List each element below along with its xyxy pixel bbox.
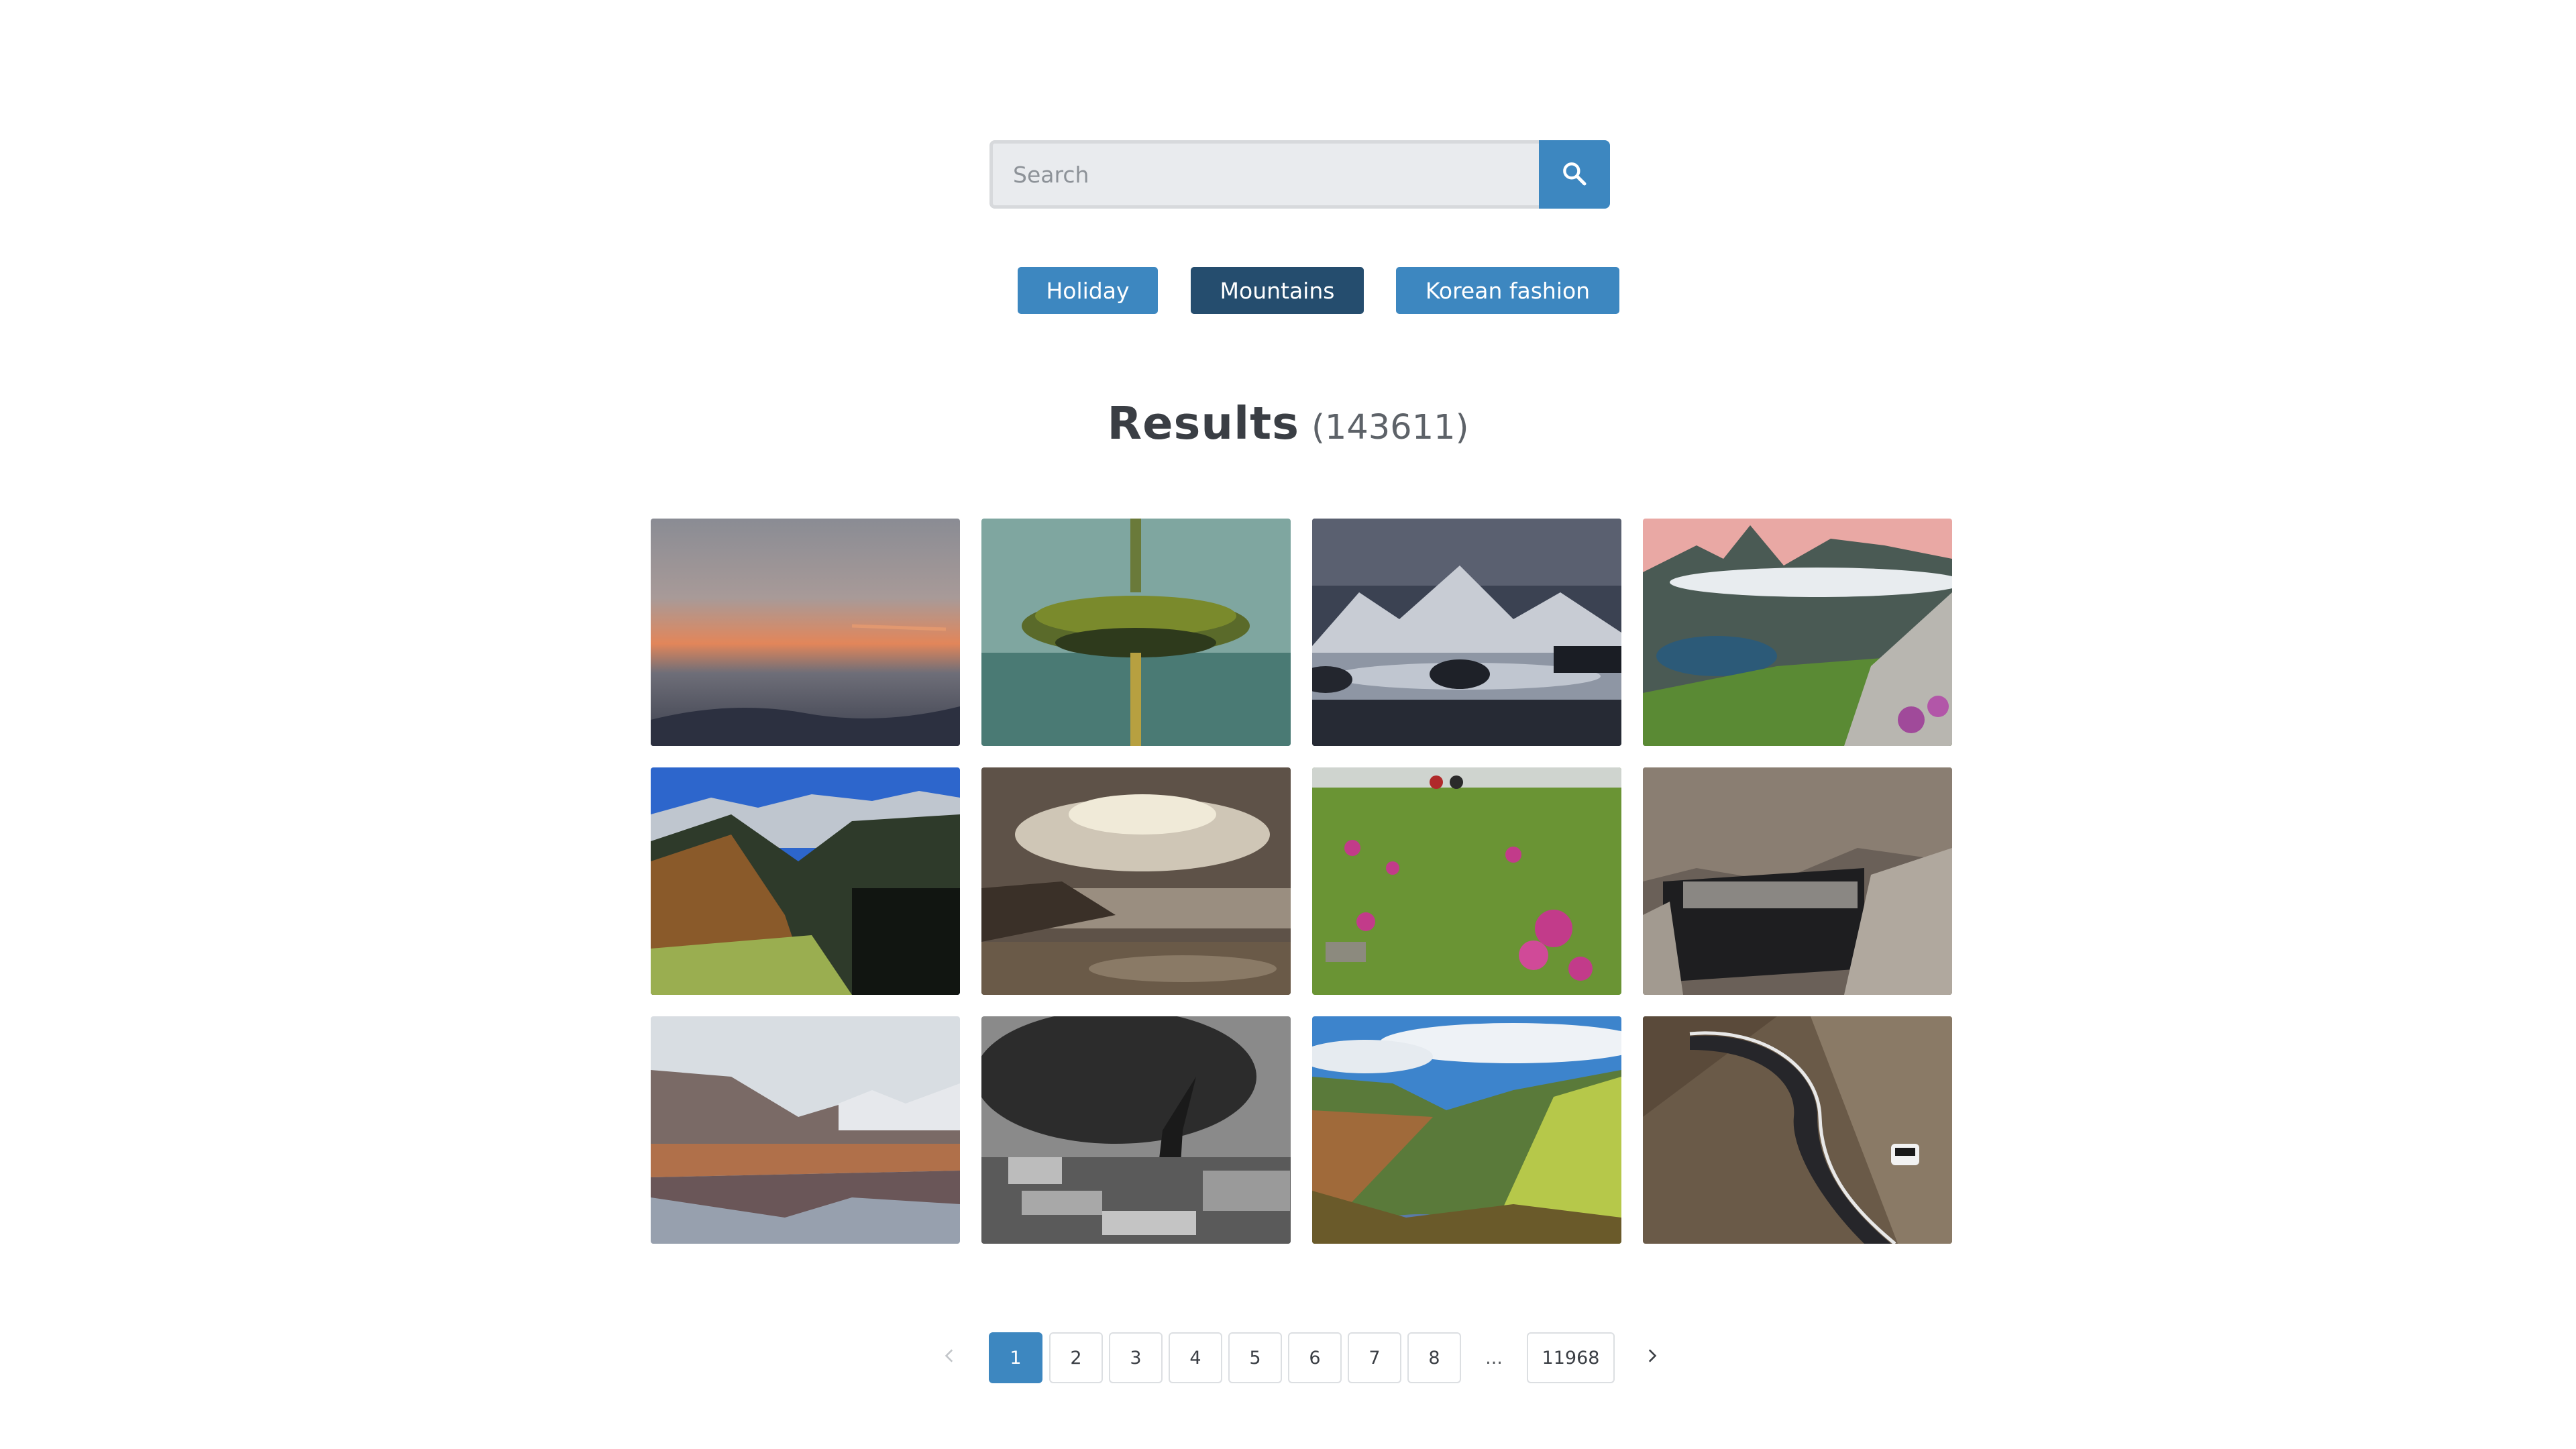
pagination-ellipsis: ... xyxy=(1485,1347,1503,1368)
bw-tree-image xyxy=(981,1016,1291,1244)
next-page-button[interactable] xyxy=(1631,1332,1672,1383)
page-button-3[interactable]: 3 xyxy=(1109,1332,1163,1383)
pagination: 1 2 3 4 5 6 7 8 ... 11968 xyxy=(0,1332,2576,1383)
rocky-gorge-image xyxy=(1643,767,1952,995)
page-button-8[interactable]: 8 xyxy=(1407,1332,1461,1383)
results-title: Results xyxy=(1107,397,1299,449)
app-root: Holiday Mountains Korean fashion Results… xyxy=(0,0,2576,1449)
image-tile[interactable] xyxy=(1643,767,1952,995)
page-button-4[interactable]: 4 xyxy=(1169,1332,1222,1383)
snowy-sea-image xyxy=(1312,519,1621,746)
page-button-last[interactable]: 11968 xyxy=(1527,1332,1615,1383)
winding-road-image xyxy=(1643,1016,1952,1244)
page-button-6[interactable]: 6 xyxy=(1288,1332,1342,1383)
image-tile[interactable] xyxy=(651,519,960,746)
cloud-mountain-image xyxy=(1643,519,1952,746)
image-grid xyxy=(651,519,1953,1244)
flower-meadow-image xyxy=(1312,767,1621,995)
tag-korean-fashion[interactable]: Korean fashion xyxy=(1396,267,1619,314)
alpine-valley-image xyxy=(651,767,960,995)
image-tile[interactable] xyxy=(981,1016,1291,1244)
page-button-7[interactable]: 7 xyxy=(1348,1332,1401,1383)
search-icon xyxy=(1561,160,1588,189)
green-valley-image xyxy=(1312,1016,1621,1244)
chevron-right-icon xyxy=(1643,1347,1660,1369)
tag-list: Holiday Mountains Korean fashion xyxy=(0,267,2576,314)
sepia-shore-image xyxy=(981,767,1291,995)
image-tile[interactable] xyxy=(1312,1016,1621,1244)
page-button-2[interactable]: 2 xyxy=(1049,1332,1103,1383)
image-tile[interactable] xyxy=(1312,519,1621,746)
lake-reflection-image xyxy=(651,1016,960,1244)
previous-page-button[interactable] xyxy=(930,1332,970,1383)
image-tile[interactable] xyxy=(981,767,1291,995)
results-heading: Results (143611) xyxy=(0,397,2576,449)
page-button-1[interactable]: 1 xyxy=(989,1332,1042,1383)
tag-mountains[interactable]: Mountains xyxy=(1191,267,1364,314)
image-tile[interactable] xyxy=(1643,1016,1952,1244)
results-count: (143611) xyxy=(1311,408,1469,447)
tag-holiday[interactable]: Holiday xyxy=(1018,267,1158,314)
search-input[interactable] xyxy=(989,140,1539,209)
search-button[interactable] xyxy=(1539,140,1610,209)
sunset-image xyxy=(651,519,960,746)
image-tile[interactable] xyxy=(1312,767,1621,995)
search-bar xyxy=(989,140,1610,209)
chevron-left-icon xyxy=(941,1347,959,1369)
image-tile[interactable] xyxy=(651,767,960,995)
page-button-5[interactable]: 5 xyxy=(1228,1332,1282,1383)
image-tile[interactable] xyxy=(651,1016,960,1244)
image-tile[interactable] xyxy=(981,519,1291,746)
image-tile[interactable] xyxy=(1643,519,1952,746)
floating-island-image xyxy=(981,519,1291,746)
